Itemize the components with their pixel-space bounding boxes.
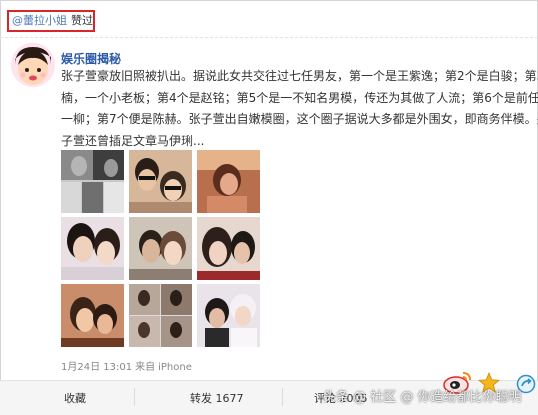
favorite-button[interactable]: 收藏 (64, 390, 86, 406)
author-avatar[interactable] (11, 43, 55, 87)
post-text: 张子萱豪放旧照被扒出。据说此女共交往过七任男友，第一个是王紫逸；第2个是白骏；第… (61, 66, 538, 152)
divider (0, 37, 538, 38)
watermark: 头条 @ 社区 @ 你造给都比你聪明 (323, 390, 522, 405)
photo-thumbnail[interactable] (129, 150, 192, 213)
post-text-line: 一柳；第7个便是陈赫。张子萱出自嫩模圈，这个圈子据说大多都是外围女，即商务伴模。… (61, 112, 538, 126)
divider (134, 388, 135, 406)
post-text-line: 张子萱豪放旧照被扒出。据说此女共交往过七任男友，第一个是王紫逸；第2个是白骏；第… (61, 69, 538, 83)
repost-button[interactable]: 转发 1677 (190, 390, 244, 406)
source-label: iPhone (158, 362, 192, 373)
timestamp-link[interactable]: 1月24日 13:01 (61, 362, 132, 373)
author-name-link[interactable]: 娱乐圈揭秘 (61, 50, 121, 67)
liked-by-bar: @蕾拉小姐 赞过 (7, 10, 95, 32)
source-prefix: 来自 (135, 362, 156, 373)
photo-thumbnail[interactable] (197, 150, 260, 213)
photo-thumbnail[interactable] (61, 217, 124, 280)
photo-thumbnail[interactable] (197, 217, 260, 280)
post-text-line: 子萱还曾插足文章马伊琍... (61, 133, 205, 148)
liked-action-label: 赞过 (71, 14, 93, 27)
post-text-line: 楠，一个小老板；第4个是赵铭；第5个是一不知名男模，传还为其做了人流；第6个是前… (61, 90, 538, 105)
photo-thumbnail[interactable] (197, 284, 260, 347)
photo-thumbnail[interactable] (129, 217, 192, 280)
photo-thumbnail[interactable] (61, 284, 124, 347)
photo-thumbnail[interactable] (61, 150, 124, 213)
photo-thumbnail[interactable] (129, 284, 192, 347)
divider (282, 388, 283, 406)
liked-by-user-link[interactable]: @蕾拉小姐 (12, 14, 67, 27)
photo-grid (61, 150, 260, 347)
post-meta: 1月24日 13:01 来自 iPhone (61, 358, 195, 373)
